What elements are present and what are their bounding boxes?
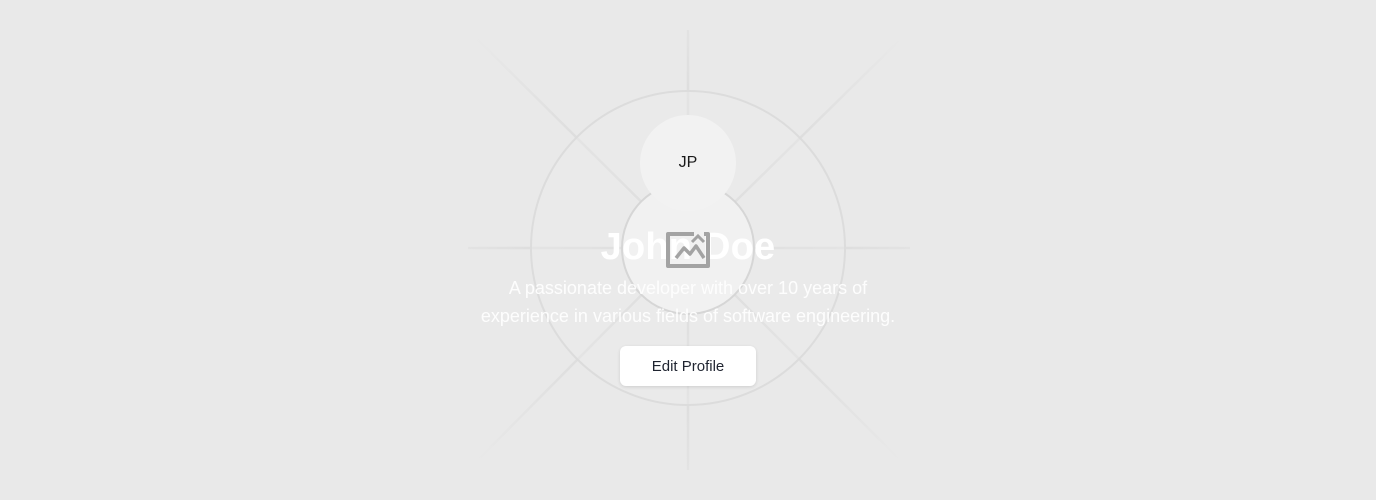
avatar-initials: JP <box>678 154 698 171</box>
profile-bio: A passionate developer with over 10 year… <box>450 274 926 330</box>
bio-line: A passionate developer with over 10 year… <box>508 278 868 298</box>
profile-hero: JP John Doe A passionate developer with … <box>0 0 1376 500</box>
broken-image-icon <box>666 230 710 268</box>
bio-line: experience in various fields of software… <box>480 306 896 326</box>
edit-profile-button[interactable]: Edit Profile <box>620 346 756 386</box>
avatar: JP <box>640 115 736 211</box>
